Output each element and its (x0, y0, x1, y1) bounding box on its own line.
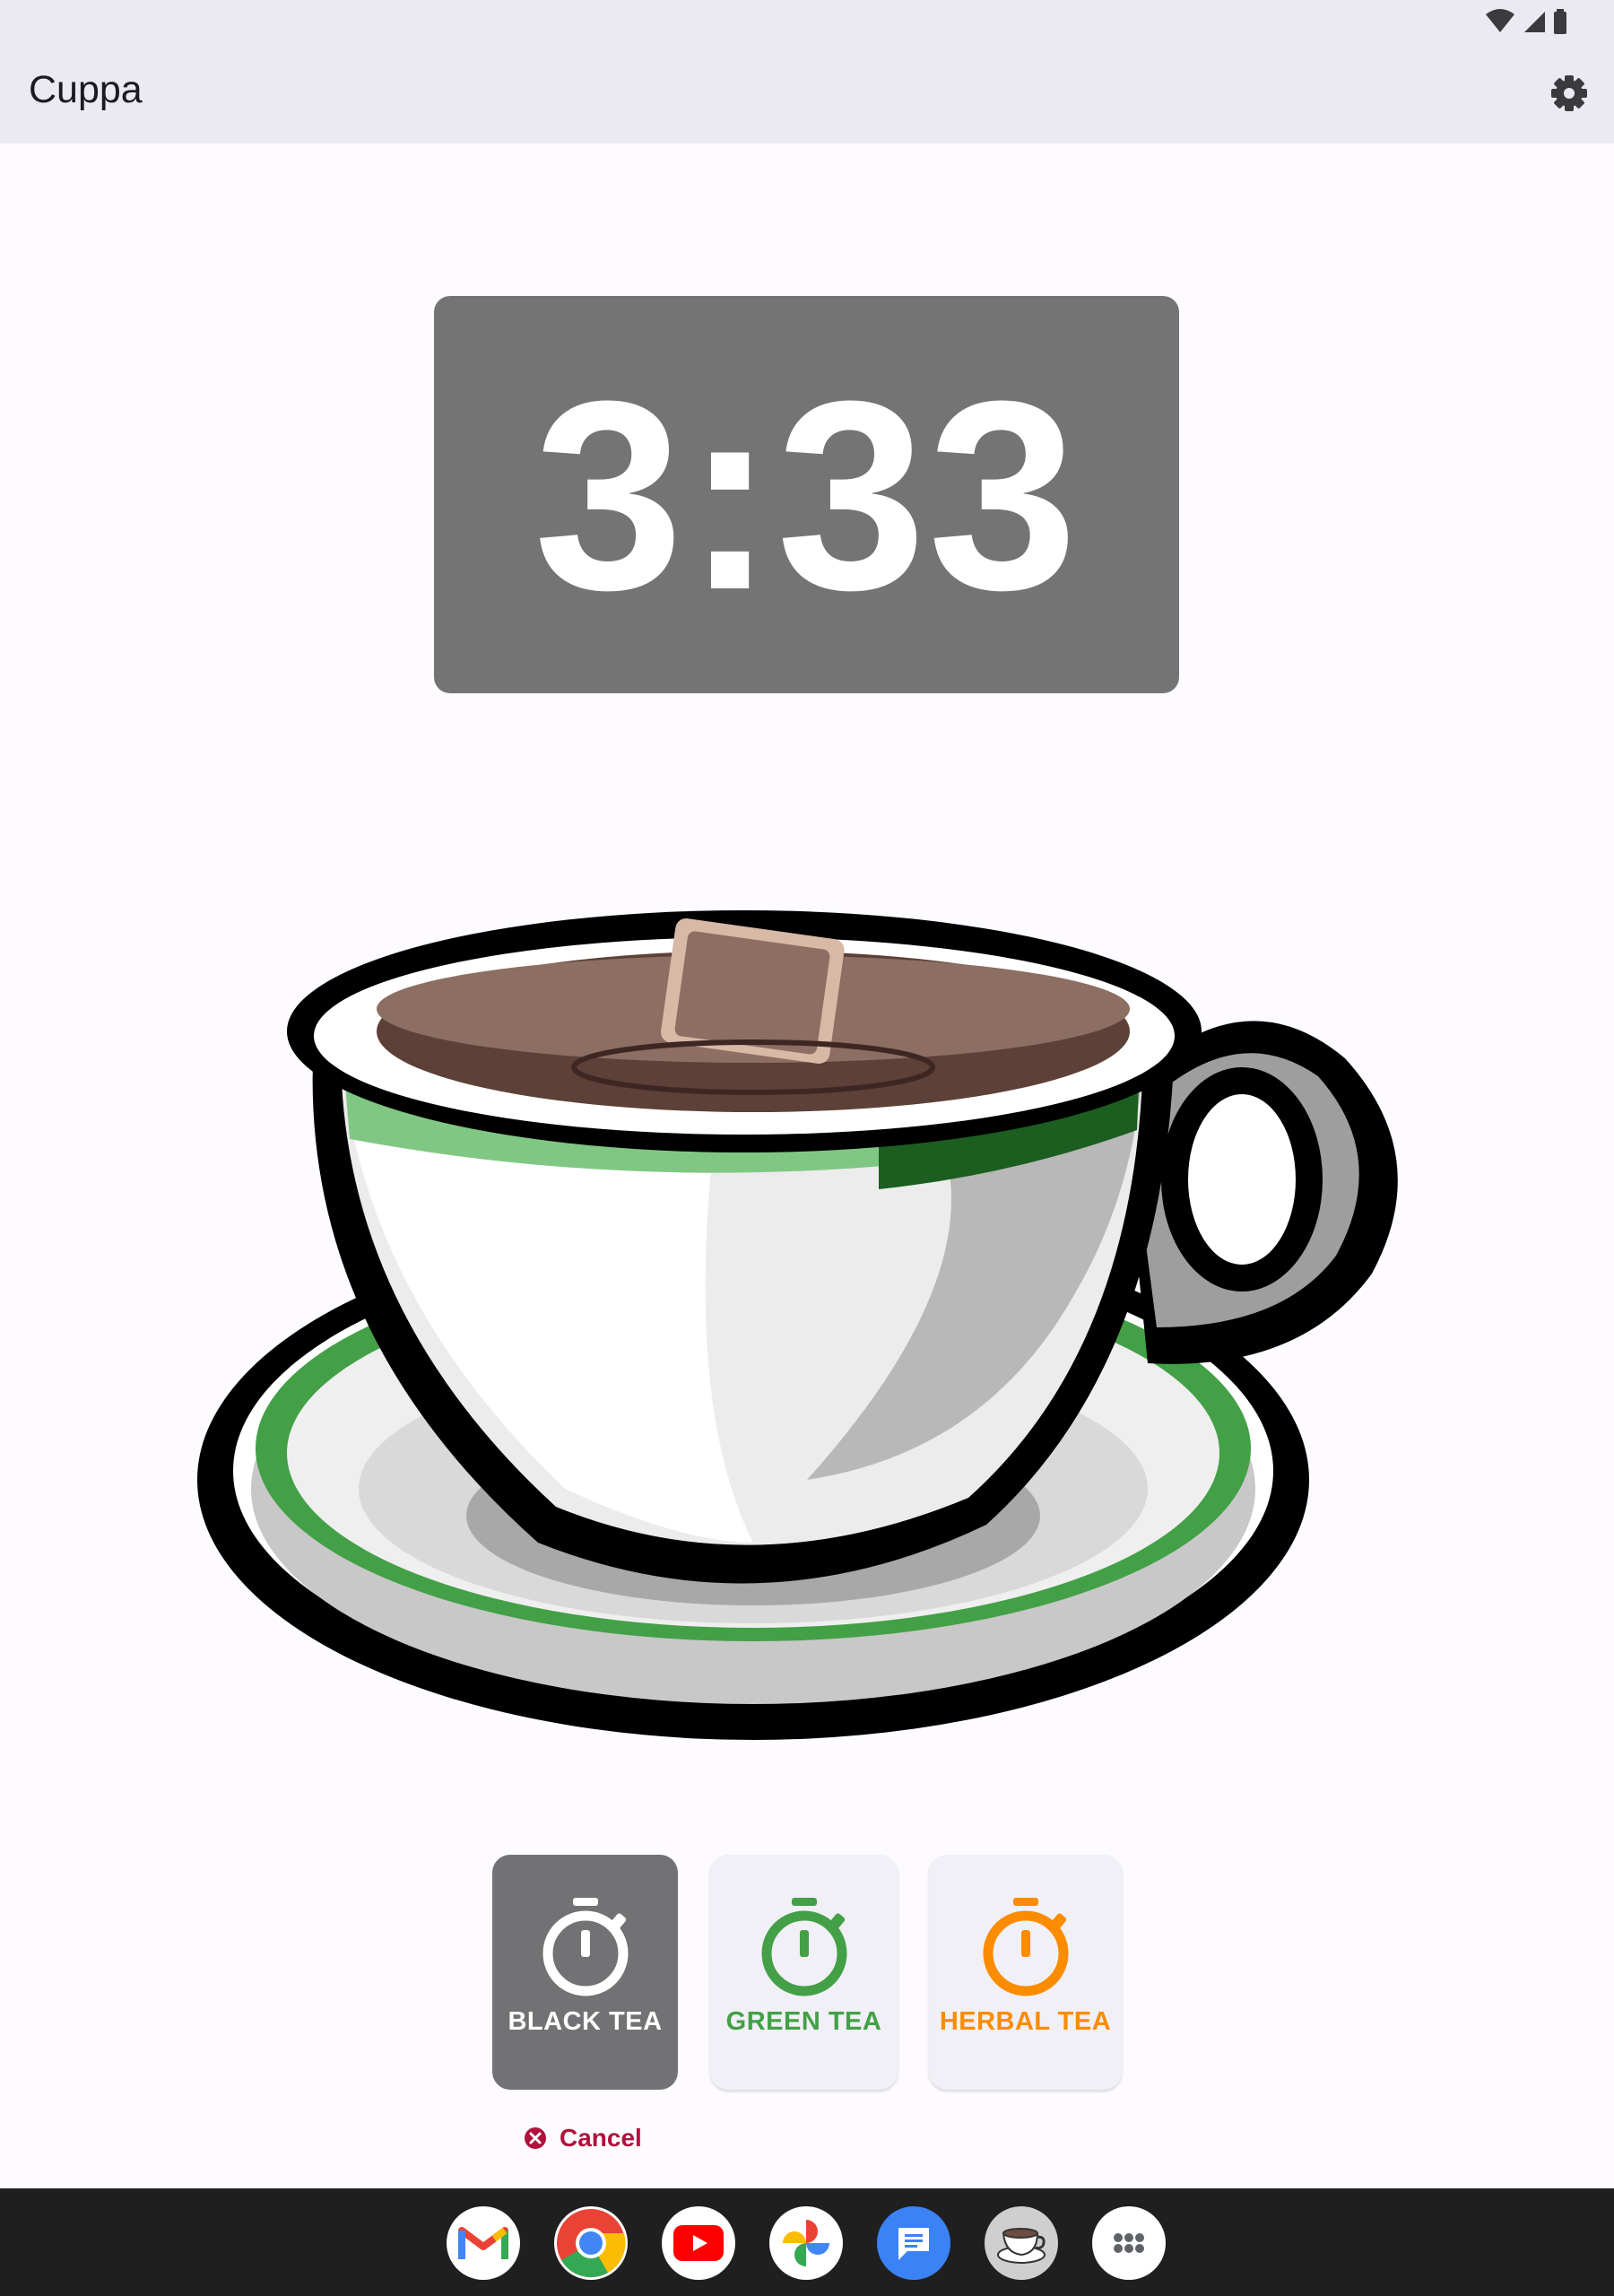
cancel-label: Cancel (560, 2124, 642, 2152)
battery-icon (1554, 9, 1566, 34)
photos-icon[interactable] (769, 2206, 843, 2280)
youtube-icon[interactable] (662, 2206, 735, 2280)
timer-icon (761, 1898, 846, 1996)
app-title: Cuppa (29, 68, 143, 111)
green-tea-button[interactable]: GREEN TEA (710, 1855, 898, 2090)
cuppa-icon[interactable] (985, 2206, 1058, 2280)
herbal-tea-button[interactable]: HERBAL TEA (929, 1855, 1122, 2090)
black-tea-label: BLACK TEA (508, 2007, 663, 2036)
timer-icon (542, 1898, 628, 1996)
signal-icon (1524, 12, 1545, 32)
status-bar (0, 0, 1614, 43)
messages-icon[interactable] (877, 2206, 950, 2280)
herbal-tea-label: HERBAL TEA (939, 2007, 1112, 2036)
timer-display: 3:33 (434, 296, 1179, 693)
timer-text: 3:33 (534, 344, 1080, 646)
app-dock (447, 2206, 1166, 2280)
green-tea-label: GREEN TEA (725, 2007, 882, 2036)
cancel-button[interactable]: Cancel (524, 2124, 642, 2152)
timer-icon (983, 1898, 1068, 1996)
taskbar (0, 2188, 1614, 2296)
cancel-icon (525, 2127, 546, 2149)
status-icons (1485, 9, 1567, 34)
app-bar: Cuppa (0, 43, 1614, 144)
black-tea-button[interactable]: BLACK TEA (492, 1855, 678, 2090)
settings-button[interactable] (1548, 72, 1591, 115)
wifi-icon (1486, 9, 1514, 32)
gmail-icon[interactable] (447, 2206, 520, 2280)
teacup-illustration (197, 910, 1398, 1740)
gear-icon (1551, 75, 1587, 111)
app-drawer-icon[interactable] (1092, 2206, 1166, 2280)
chrome-icon[interactable] (554, 2206, 628, 2280)
